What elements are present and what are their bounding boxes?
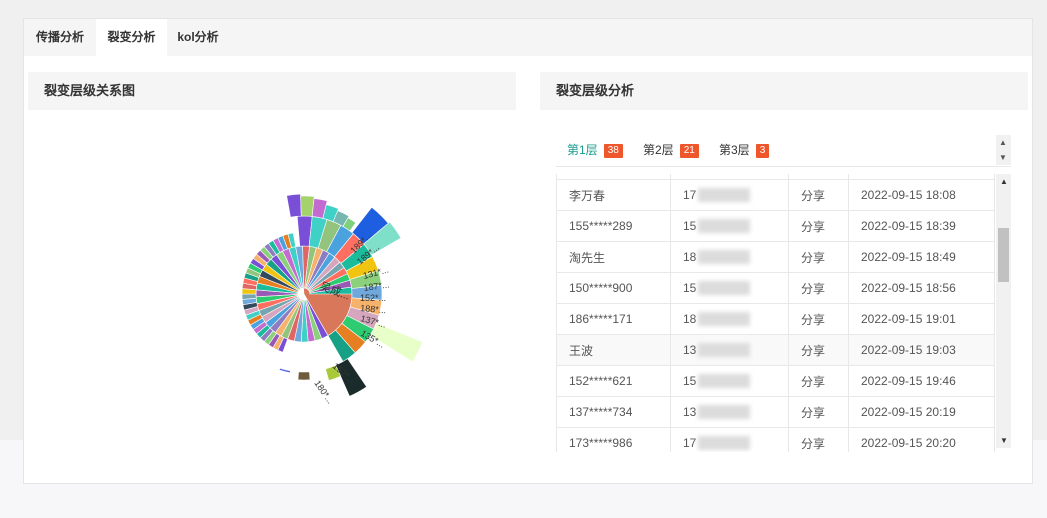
table-row[interactable]: 155*****289 15 分享 2022-09-15 18:39: [556, 210, 995, 242]
cell-name: 152*****621: [556, 365, 671, 397]
cell-action: 分享: [788, 272, 849, 304]
table-row[interactable]: 150*****900 15 分享 2022-09-15 18:56: [556, 272, 995, 304]
cell-name: 186*****171: [556, 303, 671, 335]
tab-fission-analysis[interactable]: 裂变分析: [96, 19, 167, 56]
phone-prefix: 17: [683, 188, 697, 202]
table-row[interactable]: 李万春 17 分享 2022-09-15 18:08: [556, 179, 995, 211]
cell-phone: 13: [670, 334, 789, 366]
redacted-block: [698, 405, 751, 419]
table-row[interactable]: 173*****986 17 分享 2022-09-15 20:20: [556, 427, 995, 452]
cell-phone: 13: [670, 396, 789, 428]
scroll-down-icon[interactable]: ▼: [1000, 436, 1008, 445]
table-row[interactable]: 137*****734 13 分享 2022-09-15 20:19: [556, 396, 995, 428]
cell-time: 2022-09-15 18:49: [848, 241, 995, 273]
scroll-up-icon[interactable]: ▲: [999, 139, 1007, 147]
cell-time: 2022-09-15 18:39: [848, 210, 995, 242]
cell-action: 分享: [788, 210, 849, 242]
tab-bar: 传播分析 裂变分析 kol分析: [24, 19, 1032, 56]
phone-prefix: 18: [683, 250, 697, 264]
cell-name: 淘先生: [556, 241, 671, 273]
cell-phone: 15: [670, 210, 789, 242]
sunburst-outer-segment[interactable]: [278, 367, 291, 374]
cell-time: 2022-09-15 19:46: [848, 365, 995, 397]
tab-kol-analysis[interactable]: kol分析: [167, 19, 229, 56]
cell-action: 分享: [788, 396, 849, 428]
level-tab-2[interactable]: 第2层 21: [643, 134, 699, 166]
level-tab-1[interactable]: 第1层 38: [567, 134, 623, 166]
analysis-card: 传播分析 裂变分析 kol分析 裂变层级关系图 裂变层级分析 158*... 18…: [23, 18, 1033, 484]
cell-name: 137*****734: [556, 396, 671, 428]
level-count-badge: 38: [603, 144, 623, 158]
table-scrollbar[interactable]: ▲ ▼: [996, 174, 1011, 448]
redacted-block: [698, 281, 751, 295]
cell-time: 2022-09-15 20:19: [848, 396, 995, 428]
redacted-block: [698, 374, 751, 388]
phone-prefix: 13: [683, 405, 697, 419]
level-tab-label: 第1层: [567, 143, 598, 157]
sunburst-label: 180*...: [312, 378, 335, 405]
phone-prefix: 15: [683, 281, 697, 295]
sunburst-left-outer-segment[interactable]: [241, 293, 257, 300]
cell-name: 李万春: [556, 179, 671, 211]
redacted-block: [698, 219, 751, 233]
level-count-badge: 3: [755, 144, 770, 158]
cell-action: 分享: [788, 179, 849, 211]
phone-prefix: 17: [683, 436, 697, 450]
table-row[interactable]: 淘先生 18 分享 2022-09-15 18:49: [556, 241, 995, 273]
phone-prefix: 13: [683, 343, 697, 357]
scrollbar-thumb[interactable]: [998, 228, 1009, 282]
sunburst-label: 152*...: [360, 293, 386, 303]
cell-time: 2022-09-15 20:20: [848, 427, 995, 452]
level-tab-label: 第3层: [719, 143, 750, 157]
right-panel-title: 裂变层级分析: [540, 72, 1028, 110]
cell-phone: 17: [670, 427, 789, 452]
cell-action: 分享: [788, 241, 849, 273]
table-row[interactable]: 186*****171 18 分享 2022-09-15 19:01: [556, 303, 995, 335]
scroll-down-icon[interactable]: ▼: [999, 154, 1007, 162]
cell-time: 2022-09-15 19:01: [848, 303, 995, 335]
sunburst-outer-segment[interactable]: [286, 193, 302, 218]
cell-name: 王波: [556, 334, 671, 366]
cell-name: 150*****900: [556, 272, 671, 304]
level-tabs-scroller[interactable]: ▲ ▼: [996, 135, 1011, 165]
redacted-block: [698, 436, 751, 450]
phone-prefix: 18: [683, 312, 697, 326]
phone-prefix: 15: [683, 374, 697, 388]
cell-phone: 18: [670, 241, 789, 273]
scroll-up-icon[interactable]: ▲: [1000, 177, 1008, 186]
cell-action: 分享: [788, 365, 849, 397]
level-tab-3[interactable]: 第3层 3: [719, 134, 770, 166]
cell-phone: 17: [670, 179, 789, 211]
cell-phone: 15: [670, 365, 789, 397]
fission-sunburst-chart[interactable]: 158*...180*...189*...189*...131*...187*.…: [164, 159, 464, 419]
redacted-block: [698, 188, 751, 202]
fission-table: 李万春 17 分享 2022-09-15 18:08 155*****289 15 分享 20…: [556, 174, 1011, 452]
redacted-block: [698, 343, 751, 357]
redacted-block: [698, 250, 751, 264]
cell-time: 2022-09-15 19:03: [848, 334, 995, 366]
sunburst-outer-segment[interactable]: [297, 371, 311, 381]
level-tab-label: 第2层: [643, 143, 674, 157]
cell-time: 2022-09-15 18:56: [848, 272, 995, 304]
level-count-badge: 21: [679, 144, 699, 158]
cell-phone: 18: [670, 303, 789, 335]
tab-spread-analysis[interactable]: 传播分析: [24, 19, 96, 56]
cell-action: 分享: [788, 427, 849, 452]
cell-name: 155*****289: [556, 210, 671, 242]
cell-phone: 15: [670, 272, 789, 304]
left-panel-title: 裂变层级关系图: [28, 72, 516, 110]
cell-action: 分享: [788, 303, 849, 335]
table-row[interactable]: 王波 13 分享 2022-09-15 19:03: [556, 334, 995, 366]
cell-action: 分享: [788, 334, 849, 366]
redacted-block: [698, 312, 751, 326]
cell-time: 2022-09-15 18:08: [848, 179, 995, 211]
phone-prefix: 15: [683, 219, 697, 233]
table-row[interactable]: 152*****621 15 分享 2022-09-15 19:46: [556, 365, 995, 397]
cell-name: 173*****986: [556, 427, 671, 452]
level-tab-bar: 第1层 38 第2层 21 第3层 3: [556, 134, 1011, 167]
